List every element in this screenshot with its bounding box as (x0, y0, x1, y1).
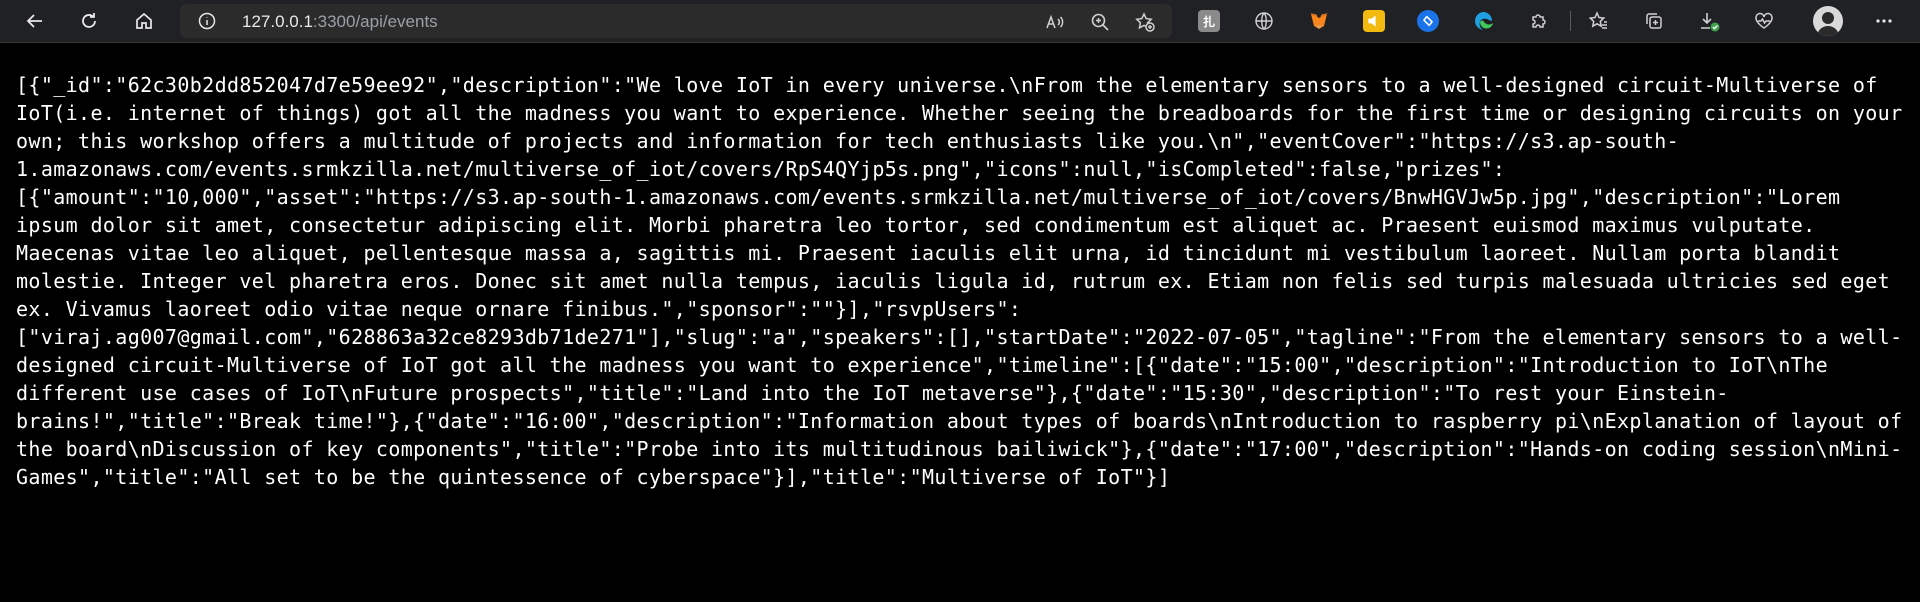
more-icon[interactable] (1873, 10, 1895, 32)
notes-icon[interactable] (1363, 10, 1385, 32)
back-icon[interactable] (20, 6, 50, 36)
add-favorite-icon[interactable] (1135, 12, 1155, 32)
profile-avatar[interactable] (1813, 6, 1843, 36)
shazam-icon[interactable] (1417, 10, 1439, 32)
url-text[interactable]: 127.0.0.1:3300/api/events (242, 12, 438, 32)
browser-toolbar: 127.0.0.1:3300/api/events 扎 (0, 0, 1920, 43)
globe-icon[interactable] (1253, 10, 1275, 32)
edge-icon[interactable] (1473, 10, 1495, 32)
home-icon[interactable] (129, 6, 159, 36)
health-icon[interactable] (1753, 10, 1775, 32)
downloads-icon[interactable] (1698, 10, 1720, 32)
collections-icon[interactable] (1643, 10, 1665, 32)
read-aloud-icon[interactable] (1045, 12, 1065, 32)
puzzle-icon[interactable] (1528, 10, 1550, 32)
url-path: :3300/api/events (312, 12, 438, 31)
metamask-icon[interactable] (1308, 10, 1330, 32)
zoom-icon[interactable] (1090, 12, 1110, 32)
favorites-icon[interactable] (1588, 10, 1610, 32)
refresh-icon[interactable] (74, 6, 104, 36)
address-bar[interactable]: 127.0.0.1:3300/api/events (180, 4, 1172, 38)
site-info-icon[interactable] (198, 12, 216, 30)
extension-icon[interactable]: 扎 (1198, 10, 1220, 32)
toolbar-divider (1570, 11, 1571, 31)
json-response-body: [{"_id":"62c30b2dd852047d7e59ee92","desc… (16, 73, 1915, 489)
url-host: 127.0.0.1 (242, 12, 313, 31)
